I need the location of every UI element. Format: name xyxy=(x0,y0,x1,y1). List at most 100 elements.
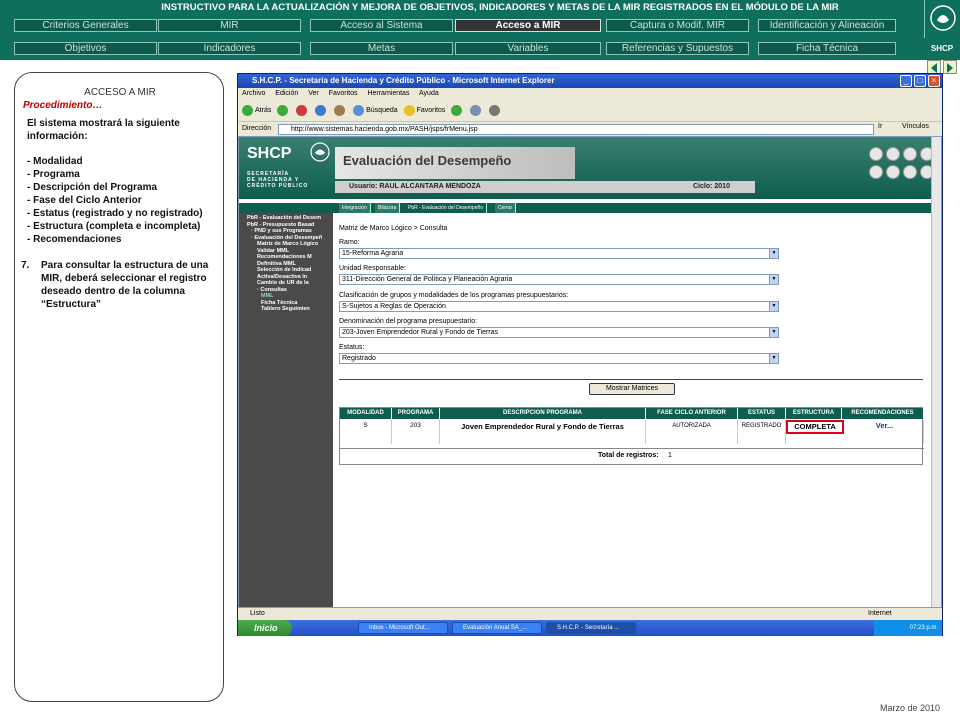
denominacion-label: Denominación del programa presupuestario… xyxy=(339,318,478,325)
tab-evaluacion[interactable]: PbR - Evaluación del Desempeño xyxy=(405,203,488,213)
divider xyxy=(339,379,923,380)
address-input[interactable]: http://www.sistemas.hacienda.gob.mx/PASH… xyxy=(278,124,874,135)
step-text: Para consultar la estructura de una MIR,… xyxy=(41,260,209,310)
menu-ayuda[interactable]: Ayuda xyxy=(419,90,439,97)
estatus-label: Estatus: xyxy=(339,344,365,351)
task-evaluacion[interactable]: Evaluación Anual SA_... xyxy=(452,622,542,634)
back-icon[interactable] xyxy=(242,104,253,116)
nav-captura-mir[interactable]: Captura o Modif. MIR xyxy=(606,19,749,32)
total-value: 1 xyxy=(668,452,672,459)
refresh-icon[interactable] xyxy=(315,104,327,116)
nav-objetivos[interactable]: Objetivos xyxy=(14,42,157,55)
document-title: INSTRUCTIVO PARA LA ACTUALIZACIÓN Y MEJO… xyxy=(161,2,839,13)
nav-acceso-sistema[interactable]: Acceso al Sistema xyxy=(310,19,453,32)
phone-icon[interactable] xyxy=(869,147,883,161)
tab-bitacora[interactable]: Bitácora xyxy=(375,203,401,213)
shcp-tag: SHCP xyxy=(924,40,960,58)
back-button[interactable]: Atrás xyxy=(255,107,271,114)
favorites-icon[interactable] xyxy=(403,104,415,116)
forward-icon[interactable] xyxy=(869,165,883,179)
home-icon[interactable] xyxy=(903,147,917,161)
consulta-form: Matriz de Marco Lógico > Consulta Ramo: … xyxy=(335,213,941,607)
cell-estatus: REGISTRADO xyxy=(738,420,786,444)
col-header: DESCRIPCION PROGRAMA xyxy=(440,408,646,419)
menu-edicion[interactable]: Edición xyxy=(275,90,298,97)
minimize-icon[interactable]: _ xyxy=(900,75,912,87)
window-title: S.H.C.P. - Secretaría de Hacienda y Créd… xyxy=(238,74,942,88)
nav-identificacion[interactable]: Identificación y Alineación xyxy=(758,19,896,32)
mail-icon[interactable] xyxy=(470,104,482,116)
list-item: - Recomendaciones xyxy=(27,234,122,245)
app-side-menu: PbR - Evaluación del Desem PbR - Presupu… xyxy=(239,213,333,607)
menu-ver[interactable]: Ver xyxy=(308,90,319,97)
menu-archivo[interactable]: Archivo xyxy=(242,90,265,97)
breadcrumb: Matriz de Marco Lógico > Consulta xyxy=(339,225,448,232)
vertical-scrollbar[interactable] xyxy=(931,137,941,607)
mostrar-matrices-button[interactable]: Mostrar Matrices xyxy=(589,383,675,395)
cell-programa: 203 xyxy=(392,420,440,444)
sidebar-item[interactable]: PbR - Evaluación del Desem xyxy=(247,215,333,222)
tab-cerrar[interactable]: Cerrar xyxy=(495,203,517,213)
menu-bar: Archivo Edición Ver Favoritos Herramient… xyxy=(238,88,942,100)
address-label: Dirección xyxy=(242,125,272,132)
nav-referencias[interactable]: Referencias y Supuestos xyxy=(606,42,749,55)
cell-fase: AUTORIZADA xyxy=(646,420,738,444)
total-label: Total de registros: xyxy=(598,452,659,459)
col-header: ESTATUS xyxy=(738,408,786,419)
clasificacion-select[interactable]: S-Sujetos a Reglas de Operación ▼ xyxy=(339,301,779,312)
task-outlook[interactable]: Inbox - Microsoft Out... xyxy=(358,622,448,634)
unidad-select[interactable]: 311-Dirección General de Política y Plan… xyxy=(339,274,779,285)
results-table: MODALIDAD PROGRAMA DESCRIPCION PROGRAMA … xyxy=(339,407,924,465)
print-icon[interactable] xyxy=(489,104,501,116)
unidad-label: Unidad Responsable: xyxy=(339,265,406,272)
nav-metas[interactable]: Metas xyxy=(310,42,453,55)
cell-estructura-completa-link[interactable]: COMPLETA xyxy=(786,420,844,434)
forward-icon[interactable] xyxy=(277,104,289,116)
links-label[interactable]: Vínculos xyxy=(902,123,929,130)
estatus-select[interactable]: Registrado ▼ xyxy=(339,353,779,364)
minus-icon[interactable] xyxy=(886,165,900,179)
col-header: ESTRUCTURA xyxy=(786,408,842,419)
close-icon[interactable]: × xyxy=(928,75,940,87)
col-header: PROGRAMA xyxy=(392,408,440,419)
search-button[interactable]: Búsqueda xyxy=(366,107,398,114)
stop-icon[interactable] xyxy=(296,104,308,116)
next-slide-arrow-icon[interactable] xyxy=(943,60,957,74)
back-icon[interactable] xyxy=(903,165,917,179)
go-button[interactable]: Ir xyxy=(878,123,882,130)
footer-date: Marzo de 2010 xyxy=(880,703,941,713)
task-shcp[interactable]: S.H.C.P. - Secretaría ... xyxy=(546,622,636,634)
recomendaciones-ver-link[interactable]: Ver... xyxy=(846,420,924,444)
col-header: MODALIDAD xyxy=(340,408,392,419)
nav-indicadores[interactable]: Indicadores xyxy=(158,42,301,55)
list-item: - Programa xyxy=(27,169,80,180)
history-icon[interactable] xyxy=(451,104,463,116)
mail-icon[interactable] xyxy=(886,147,900,161)
tab-integracion[interactable]: Integración xyxy=(339,203,371,213)
search-icon[interactable] xyxy=(353,104,365,116)
ramo-select[interactable]: 15-Reforma Agraria ▼ xyxy=(339,248,779,259)
menu-herramientas[interactable]: Herramientas xyxy=(367,90,409,97)
ciclo-label: Ciclo: 2010 xyxy=(693,183,730,190)
cell-descripcion: Joven Emprendedor Rural y Fondo de Tierr… xyxy=(440,420,646,444)
maximize-icon[interactable]: □ xyxy=(914,75,926,87)
home-icon[interactable] xyxy=(334,104,346,116)
list-item: - Modalidad xyxy=(27,156,83,167)
list-item: - Fase del Ciclo Anterior xyxy=(27,195,142,206)
sidebar-item[interactable]: Tablero Seguimien xyxy=(247,306,333,313)
prev-slide-arrow-icon[interactable] xyxy=(927,60,941,74)
nav-ficha-tecnica[interactable]: Ficha Técnica xyxy=(758,42,896,55)
start-button[interactable]: Inicio xyxy=(238,620,292,636)
favorites-button[interactable]: Favoritos xyxy=(417,107,446,114)
instructions-panel: ACCESO A MIR Procedimiento… El sistema m… xyxy=(14,72,224,702)
list-item: - Estructura (completa e incompleta) xyxy=(27,221,201,232)
panel-subtitle: Procedimiento… xyxy=(23,100,103,111)
nav-criterios-generales[interactable]: Criterios Generales xyxy=(14,19,157,32)
denominacion-select[interactable]: 203-Joven Emprendedor Rural y Fondo de T… xyxy=(339,327,779,338)
zone-label: Internet xyxy=(868,610,892,617)
nav-variables[interactable]: Variables xyxy=(455,42,601,55)
menu-favoritos[interactable]: Favoritos xyxy=(329,90,358,97)
panel-intro: El sistema mostrará la siguiente informa… xyxy=(27,118,180,142)
nav-mir[interactable]: MIR xyxy=(158,19,301,32)
nav-acceso-mir[interactable]: Acceso a MIR xyxy=(455,19,601,32)
